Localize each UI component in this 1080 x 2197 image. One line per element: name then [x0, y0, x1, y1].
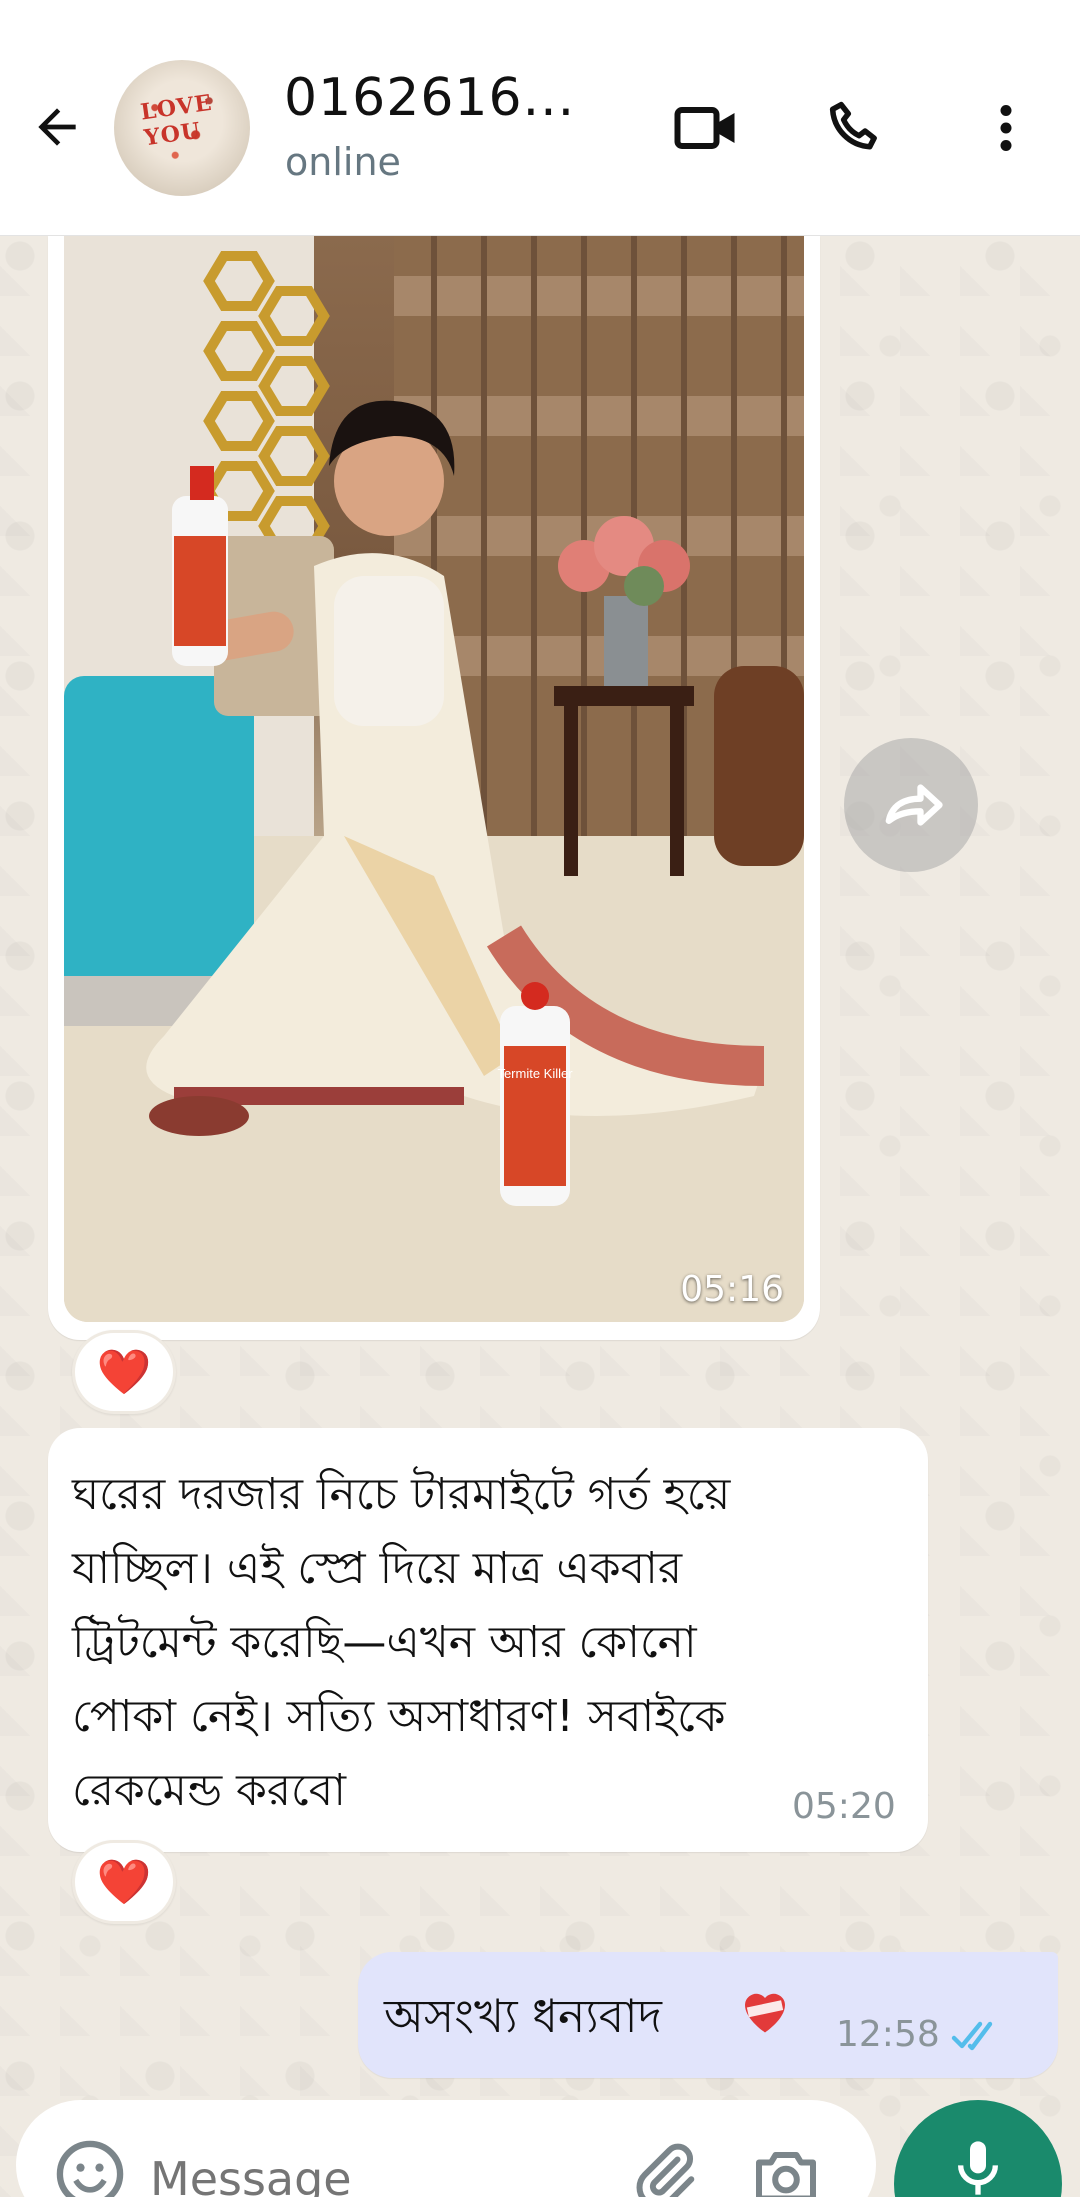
avatar-caption: LOVE YOU	[138, 89, 214, 152]
video-camera-icon	[674, 107, 735, 149]
message-line: ঘরের দরজার নিচে টারমাইটে গর্ত হয়ে	[72, 1469, 731, 1520]
message-time: 05:20	[792, 1786, 896, 1827]
message-line: রেকমেন্ড করবো	[72, 1765, 346, 1816]
outgoing-message[interactable]: অসংখ্য ধন্যবাদ 12:58	[358, 1952, 1058, 2078]
emoji-button[interactable]	[52, 2136, 128, 2197]
chat-header: LOVE YOU 0162616... online	[0, 0, 1080, 236]
contact-status: online	[285, 140, 401, 184]
arrow-left-icon	[38, 108, 76, 146]
photo-illustration: Termite Killer	[64, 236, 804, 1322]
bottle-brand-label: Termite Killer	[497, 1066, 573, 1081]
more-options-button[interactable]	[966, 88, 1046, 168]
voice-call-button[interactable]	[816, 88, 896, 168]
reaction-emoji: ❤️	[96, 1857, 152, 1908]
paperclip-icon	[636, 2143, 695, 2197]
contact-name[interactable]: 0162616...	[284, 68, 575, 128]
message-text: ঘরের দরজার নিচে টারমাইটে গর্ত হয়ে যাচ্ছ…	[72, 1458, 902, 1828]
reaction-emoji: ❤️	[96, 1347, 152, 1398]
smiley-icon	[56, 2140, 124, 2197]
message-input[interactable]	[150, 2152, 590, 2197]
message-time: 12:58	[836, 2014, 940, 2055]
read-receipt-icon	[951, 2021, 993, 2051]
heart-reaction[interactable]: ❤️	[72, 1840, 176, 1924]
attach-button[interactable]	[628, 2140, 700, 2197]
more-vertical-icon	[1000, 105, 1012, 151]
avatar[interactable]: LOVE YOU	[114, 60, 250, 196]
message-text: অসংখ্য ধন্যবাদ	[384, 1989, 662, 2043]
heart-reaction[interactable]: ❤️	[72, 1330, 176, 1414]
microphone-icon	[958, 2141, 998, 2195]
forward-icon	[885, 784, 943, 826]
message-photo[interactable]: Termite Killer 05:16	[64, 236, 804, 1322]
forward-button[interactable]	[844, 738, 978, 872]
back-button[interactable]	[22, 92, 92, 162]
video-call-button[interactable]	[666, 88, 746, 168]
message-line: যাচ্ছিল। এই স্প্রে দিয়ে মাত্র একবার	[72, 1543, 683, 1594]
message-composer	[16, 2100, 876, 2197]
text-message[interactable]: ঘরের দরজার নিচে টারমাইটে গর্ত হয়ে যাচ্ছ…	[48, 1428, 928, 1852]
bandaged-heart-icon	[745, 1993, 785, 2033]
message-time: 05:16	[680, 1269, 784, 1310]
image-message[interactable]: Termite Killer 05:16	[48, 236, 820, 1340]
camera-icon	[756, 2152, 816, 2197]
message-line: ট্রিটমেন্ট করেছি—এখন আর কোনো	[72, 1617, 697, 1668]
camera-button[interactable]	[750, 2140, 822, 2197]
phone-icon	[829, 101, 877, 150]
message-line: পোকা নেই। সত্যি অসাধারণ! সবাইকে	[72, 1691, 726, 1742]
